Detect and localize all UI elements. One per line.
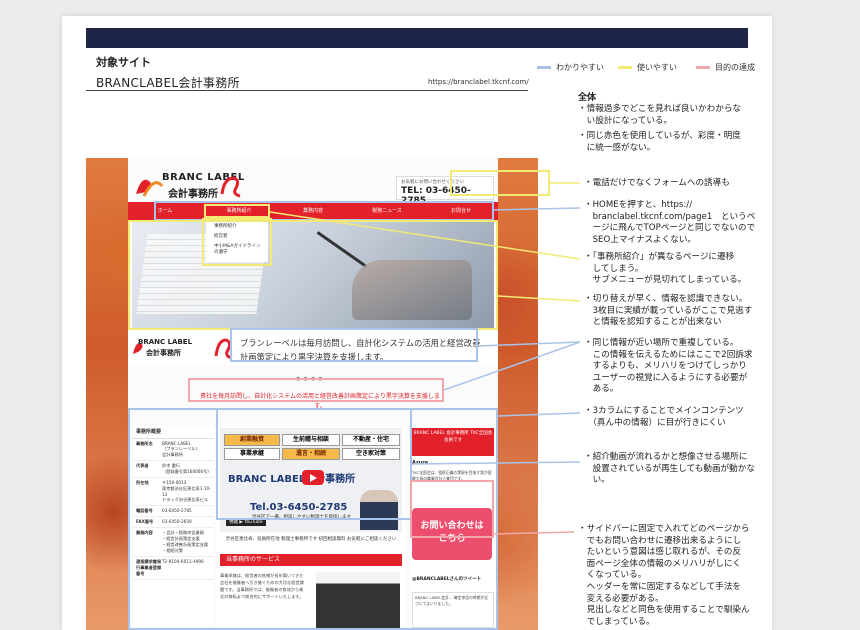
connector-line <box>497 412 581 417</box>
connector-lines <box>269 182 581 535</box>
connector-line <box>493 207 581 211</box>
connector-line <box>443 341 581 391</box>
connector-line <box>477 341 581 347</box>
report-sheet: 対象サイト BRANCLABEL会計事務所 https://branclabel… <box>62 16 772 630</box>
connector-line <box>497 295 581 302</box>
connector-line <box>493 531 575 535</box>
connector-line <box>269 211 581 260</box>
connector-line <box>411 461 581 465</box>
